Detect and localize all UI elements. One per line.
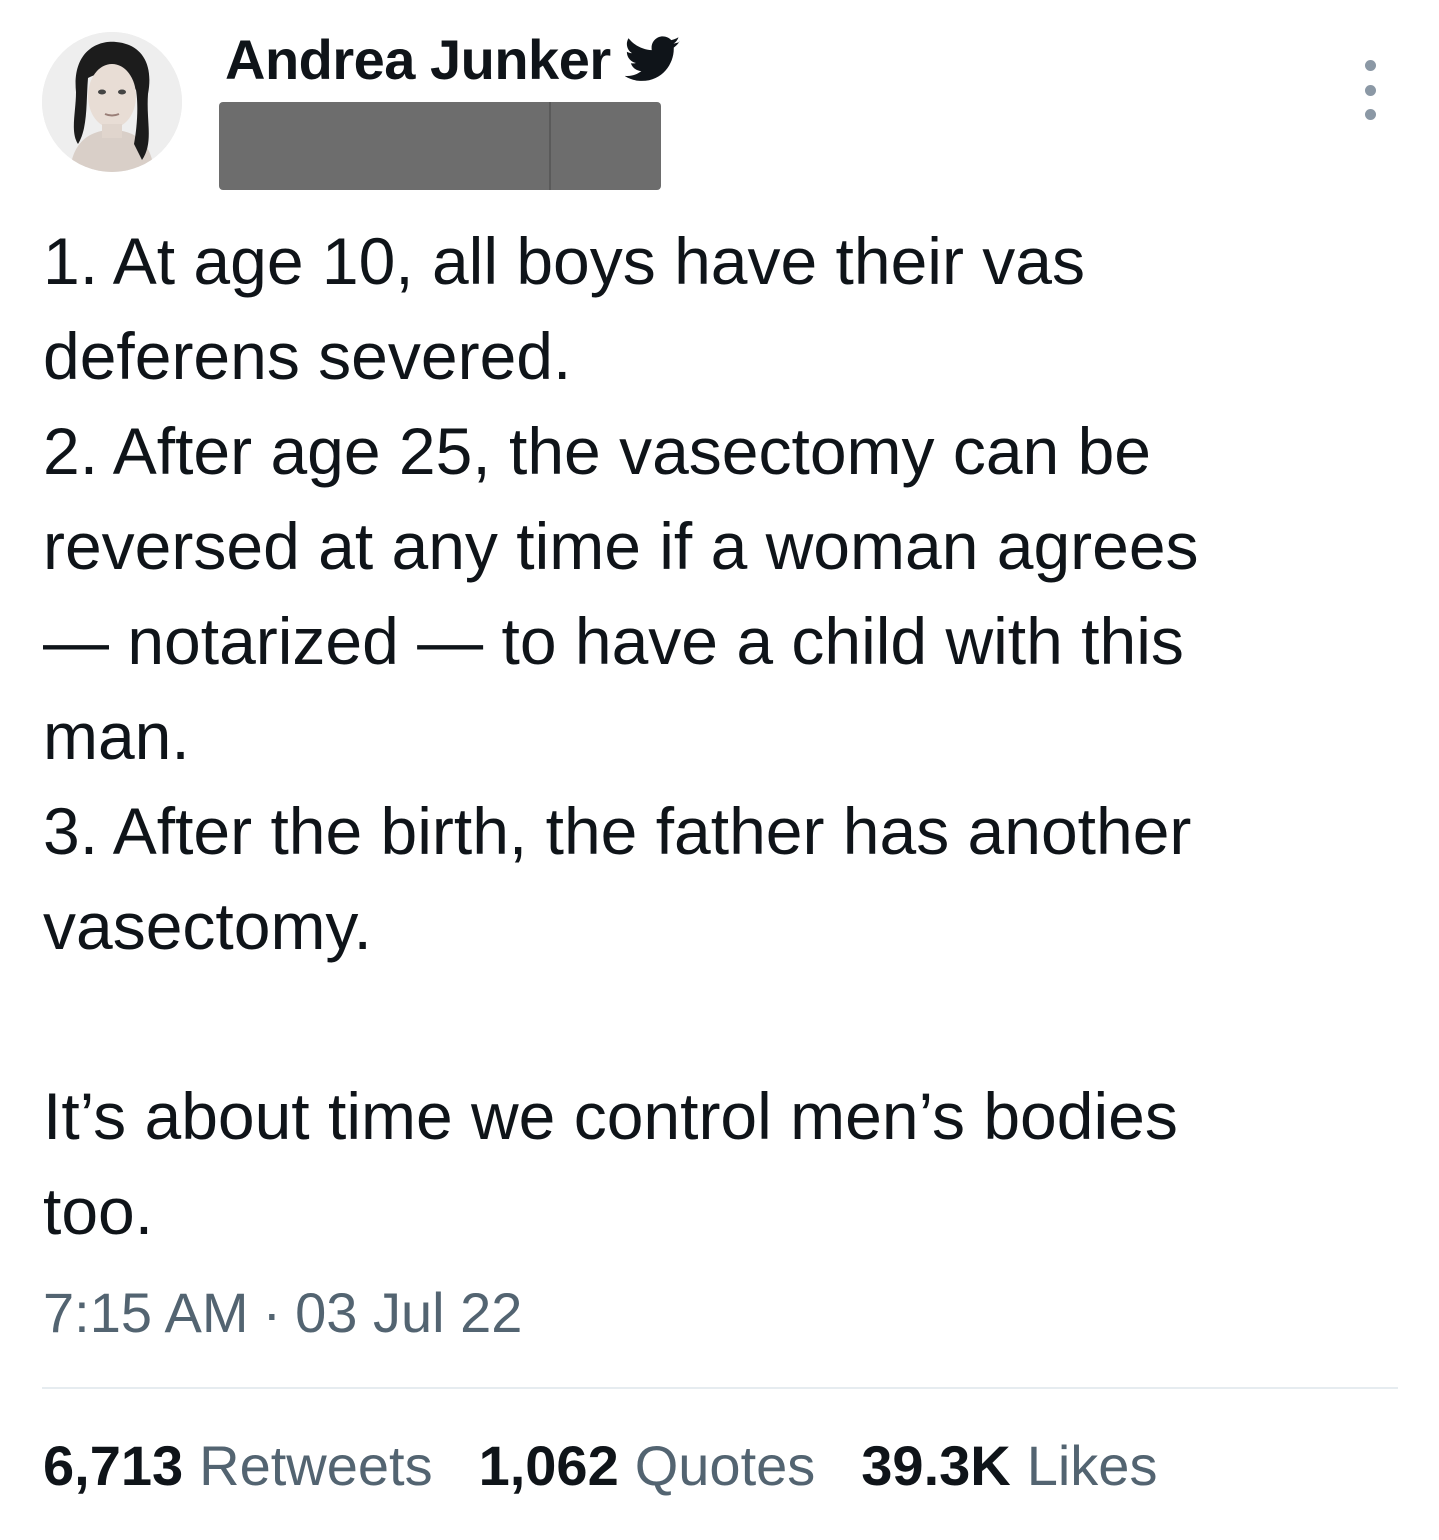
author-name-row[interactable]: Andrea Junker [225, 24, 681, 94]
timestamp-separator: · [262, 1280, 282, 1344]
tweet-line: vasectomy. [43, 889, 372, 963]
tweet-line: reversed at any time if a woman agrees [43, 509, 1199, 583]
tweet-timestamp[interactable]: 7:15 AM · 03 Jul 22 [43, 1272, 522, 1352]
tweet-time: 7:15 AM [43, 1280, 249, 1344]
tweet-line: 2. After age 25, the vasectomy can be [43, 414, 1152, 488]
avatar-image [42, 32, 182, 172]
avatar[interactable] [42, 32, 182, 172]
redacted-handle [219, 102, 661, 190]
retweet-count: 6,713 [43, 1433, 184, 1497]
tweet-line: 3. After the birth, the father has anoth… [43, 794, 1192, 868]
tweet-line: It’s about time we control men’s bodies [43, 1079, 1178, 1153]
tweet-line: deferens severed. [43, 319, 572, 393]
tweet-line: too. [43, 1174, 154, 1248]
dot [1364, 60, 1376, 71]
quote-label: Quotes [634, 1433, 816, 1497]
engagement-stats: 6,713 Retweets 1,062 Quotes 39.3K Likes [43, 1425, 1157, 1505]
dot [1364, 84, 1376, 96]
likes-stat[interactable]: 39.3K Likes [861, 1433, 1157, 1498]
tweet-line [43, 974, 1403, 1069]
tweet-line: 1. At age 10, all boys have their vas [43, 224, 1085, 298]
quotes-stat[interactable]: 1,062 Quotes [479, 1433, 816, 1498]
retweet-label: Retweets [199, 1433, 433, 1497]
more-options-icon[interactable] [1354, 60, 1386, 120]
quote-count: 1,062 [478, 1433, 619, 1497]
author-name[interactable]: Andrea Junker [225, 27, 611, 92]
tweet-date: 03 Jul 22 [295, 1280, 523, 1344]
like-label: Likes [1026, 1433, 1158, 1497]
retweets-stat[interactable]: 6,713 Retweets [43, 1433, 433, 1498]
like-count: 39.3K [861, 1433, 1011, 1497]
tweet-text: 1. At age 10, all boys have their vas de… [43, 214, 1403, 1259]
divider [42, 1387, 1398, 1389]
dot [1364, 109, 1376, 120]
tweet-line: — notarized — to have a child with this [43, 604, 1184, 678]
twitter-bird-icon [624, 36, 680, 81]
tweet-line: man. [43, 699, 190, 773]
